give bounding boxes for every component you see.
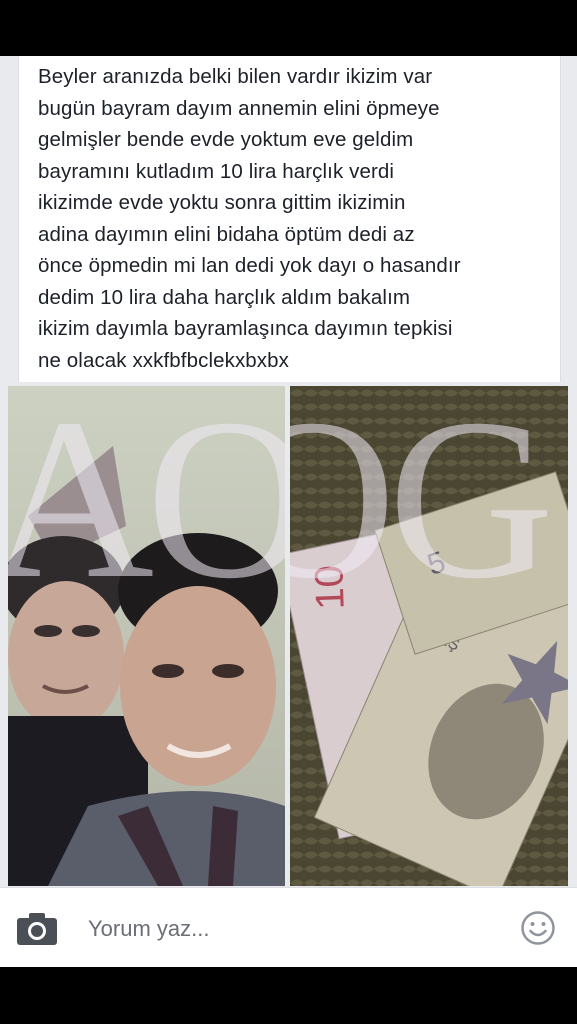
post-card: Beyler aranızda belki bilen vardır ikizi…: [18, 56, 561, 382]
photo-collage: AO 10 5 BE: [8, 386, 568, 886]
photo-twins[interactable]: AO: [8, 386, 285, 886]
banknotes-illustration: 10 5 BEŞ 5: [290, 386, 568, 886]
svg-text:10: 10: [307, 564, 353, 610]
camera-icon[interactable]: [16, 912, 58, 946]
comment-bar: [0, 887, 577, 967]
twins-illustration: [8, 386, 285, 886]
post-text: Beyler aranızda belki bilen vardır ikizi…: [38, 65, 461, 372]
photo-banknotes[interactable]: 10 5 BEŞ 5 OG: [290, 386, 568, 886]
post-frame: Beyler aranızda belki bilen vardır ikizi…: [0, 56, 577, 966]
smiley-icon[interactable]: [520, 910, 556, 946]
comment-input[interactable]: [88, 912, 488, 946]
